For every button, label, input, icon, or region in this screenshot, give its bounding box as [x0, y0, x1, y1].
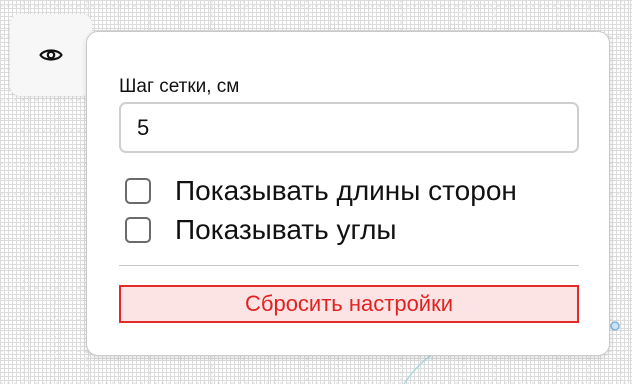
divider [119, 265, 579, 266]
show-angles-option[interactable]: Показывать углы [125, 214, 397, 246]
show-angles-label: Показывать углы [175, 214, 397, 245]
grid-step-input[interactable] [119, 102, 579, 153]
visibility-toggle-button[interactable] [10, 14, 92, 96]
settings-panel: Шаг сетки, см Показывать длины сторон По… [86, 31, 610, 356]
eye-icon [39, 49, 63, 61]
show-side-lengths-label: Показывать длины сторон [175, 175, 517, 206]
grid-step-label: Шаг сетки, см [119, 76, 240, 97]
show-side-lengths-checkbox[interactable] [125, 178, 151, 204]
reset-settings-button[interactable]: Сбросить настройки [119, 285, 579, 323]
show-side-lengths-option[interactable]: Показывать длины сторон [125, 175, 517, 207]
canvas-vertex-point[interactable] [610, 321, 620, 331]
show-angles-checkbox[interactable] [125, 217, 151, 243]
